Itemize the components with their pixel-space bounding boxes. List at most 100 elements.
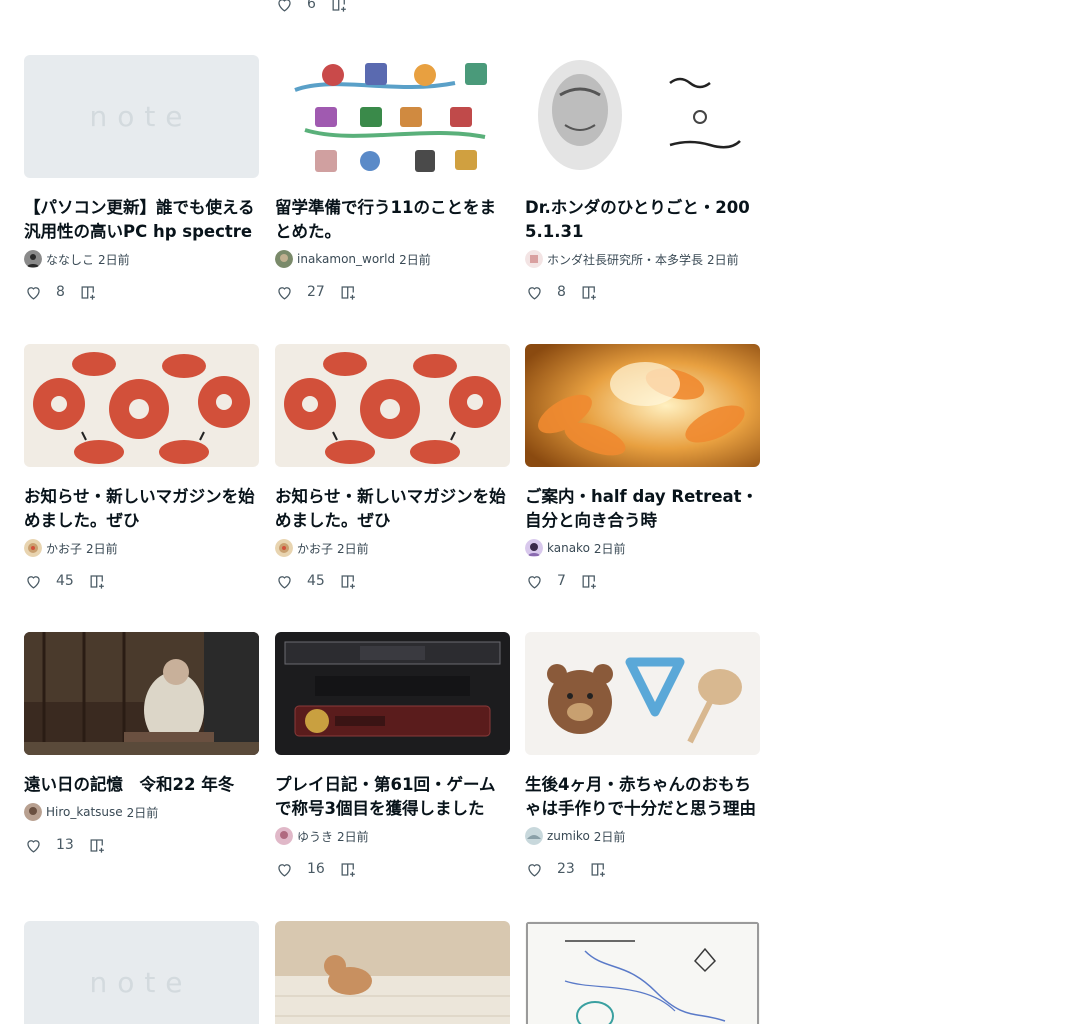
author-name: かお子 [46,541,83,556]
like-count: 45 [307,573,325,589]
magazine-add-icon[interactable] [589,860,608,879]
heart-icon[interactable] [525,860,544,879]
heart-icon[interactable] [24,572,43,591]
like-count: 16 [307,861,325,877]
article-thumbnail[interactable] [525,921,760,1024]
author-name: かお子 [297,541,334,556]
article-actions: 23 [525,860,760,878]
article-title[interactable]: ご案内・half day Retreat・自分と向き合う時 [525,485,760,533]
article-card[interactable]: 生後4ヶ月・赤ちゃんのおもちゃは手作りで十分だと思う理由をまとめました zumi… [525,632,760,878]
heart-icon[interactable] [525,283,544,302]
article-title[interactable]: プレイ日記・第61回・ゲームで称号3個目を獲得しました [275,773,510,821]
article-thumbnail[interactable]: note [24,921,259,1024]
article-actions: 45 [275,572,510,590]
article-title[interactable]: 【パソコン更新】誰でも使える汎用性の高いPC hp spectre x360 [24,196,259,244]
article-title[interactable]: お知らせ・新しいマガジンを始めました。ぜひ [24,485,259,533]
avatar [525,250,543,268]
article-title[interactable]: 生後4ヶ月・赤ちゃんのおもちゃは手作りで十分だと思う理由をまとめました [525,773,760,821]
article-author[interactable]: ななしこ 2日前 [24,250,259,268]
like-count: 8 [56,284,65,300]
article-thumbnail[interactable]: note [24,55,259,178]
heart-icon[interactable] [275,0,294,14]
article-card[interactable]: note [24,921,259,1024]
like-count: 8 [557,284,566,300]
article-author[interactable]: かお子 2日前 [275,539,510,557]
article-card[interactable]: お知らせ・新しいマガジンを始めました。ぜひ かお子 2日前 45 [24,344,259,590]
article-thumbnail[interactable] [275,344,510,467]
magazine-add-icon[interactable] [88,572,107,591]
article-title[interactable]: 留学準備で行う11のことをまとめた。 [275,196,510,244]
magazine-add-icon[interactable] [339,572,358,591]
article-thumbnail[interactable] [525,344,760,467]
author-name: ななしこ [46,252,95,267]
magazine-add-icon[interactable] [330,0,349,14]
article-thumbnail[interactable] [24,344,259,467]
author-name: Hiro_katsuse [46,805,123,819]
heart-icon[interactable] [24,836,43,855]
author-name: ホンダ社長研究所・本多学長 [547,252,704,267]
published-ago: 2日前 [337,829,369,844]
article-author[interactable]: zumiko 2日前 [525,827,760,845]
magazine-add-icon[interactable] [580,283,599,302]
avatar [525,539,543,557]
article-title[interactable]: お知らせ・新しいマガジンを始めました。ぜひ [275,485,510,533]
published-ago: 2日前 [593,541,626,556]
article-actions: 27 [275,283,510,301]
published-ago: 2日前 [593,829,626,844]
like-count: 7 [557,573,566,589]
like-count: 13 [56,837,74,853]
article-card[interactable]: お知らせ・新しいマガジンを始めました。ぜひ かお子 2日前 45 [275,344,510,590]
avatar [24,803,42,821]
article-actions: 7 [525,572,760,590]
author-name: ゆうき [297,829,334,844]
article-card[interactable]: 留学準備で行う11のことをまとめた。 inakamon_world 2日前 27 [275,55,510,301]
like-count: 27 [307,284,325,300]
article-card[interactable]: note 【パソコン更新】誰でも使える汎用性の高いPC hp spectre x… [24,55,259,301]
heart-icon[interactable] [275,572,294,591]
magazine-add-icon[interactable] [79,283,98,302]
published-ago: 2日前 [86,541,118,556]
published-ago: 2日前 [707,252,739,267]
article-thumbnail[interactable] [275,921,510,1024]
article-card[interactable] [525,921,760,1024]
article-thumbnail[interactable] [525,632,760,755]
article-card[interactable]: プレイ日記・第61回・ゲームで称号3個目を獲得しました ゆうき 2日前 16 [275,632,510,878]
heart-icon[interactable] [275,860,294,879]
article-author[interactable]: ホンダ社長研究所・本多学長 2日前 [525,250,760,268]
article-card[interactable] [275,921,510,1024]
article-thumbnail[interactable] [275,632,510,755]
magazine-add-icon[interactable] [339,283,358,302]
article-author[interactable]: inakamon_world 2日前 [275,250,510,268]
author-name: inakamon_world [297,252,396,266]
article-title[interactable]: 遠い日の記憶 令和22 年冬 [24,773,259,797]
article-actions: 16 [275,860,510,878]
article-author[interactable]: kanako 2日前 [525,539,760,557]
article-author[interactable]: Hiro_katsuse 2日前 [24,803,259,821]
magazine-add-icon[interactable] [88,836,107,855]
article-card[interactable]: ご案内・half day Retreat・自分と向き合う時 kanako 2日前 … [525,344,760,590]
heart-icon[interactable] [24,283,43,302]
avatar [275,250,293,268]
article-title[interactable]: Dr.ホンダのひとりごと・2005.1.31 [525,196,760,244]
article-actions: 8 [24,283,259,301]
like-count: 45 [56,573,74,589]
article-card[interactable]: Dr.ホンダのひとりごと・2005.1.31 ホンダ社長研究所・本多学長 2日前 … [525,55,760,301]
article-author[interactable]: かお子 2日前 [24,539,259,557]
published-ago: 2日前 [126,805,159,820]
article-thumbnail[interactable] [275,55,510,178]
article-author[interactable]: ゆうき 2日前 [275,827,510,845]
heart-icon[interactable] [525,572,544,591]
avatar [24,539,42,557]
avatar [24,250,42,268]
svg-text:note: note [89,966,192,999]
magazine-add-icon[interactable] [339,860,358,879]
like-count: 23 [557,861,575,877]
heart-icon[interactable] [275,283,294,302]
author-name: zumiko [547,829,590,843]
article-actions: 8 [525,283,760,301]
article-thumbnail[interactable] [525,55,760,178]
published-ago: 2日前 [98,252,130,267]
magazine-add-icon[interactable] [580,572,599,591]
article-thumbnail[interactable] [24,632,259,755]
article-card[interactable]: 遠い日の記憶 令和22 年冬 Hiro_katsuse 2日前 13 [24,632,259,854]
